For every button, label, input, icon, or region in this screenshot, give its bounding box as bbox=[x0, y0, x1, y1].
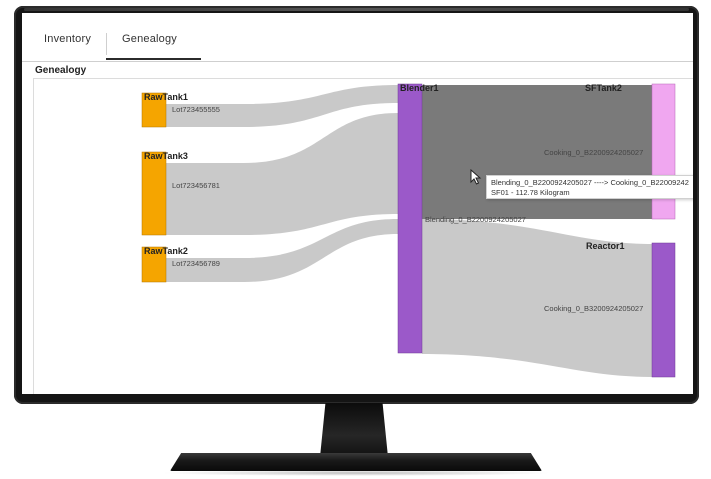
link-label-blending-output: Blending_0_B2200924205027 bbox=[425, 215, 526, 224]
node-rawtank3[interactable] bbox=[141, 151, 167, 236]
link-label-cooking-b3200924205027: Cooking_0_B3200924205027 bbox=[544, 304, 643, 313]
tab-bar: Inventory Genealogy bbox=[22, 13, 693, 62]
node-label-rawtank1: RawTank1 bbox=[144, 92, 188, 102]
tooltip-line-quantity: SF01 - 112.78 Kilogram bbox=[491, 188, 570, 197]
sankey-diagram: RawTank1 RawTank3 RawTank2 Blender1 SFTa… bbox=[141, 83, 676, 378]
monitor-stand-shadow bbox=[160, 470, 552, 476]
screen: Inventory Genealogy Genealogy RawTank1 R… bbox=[22, 13, 693, 394]
link-rawtank3-blender1[interactable] bbox=[165, 113, 398, 235]
monitor-stand-neck bbox=[320, 403, 388, 457]
tab-genealogy[interactable]: Genealogy bbox=[122, 33, 177, 45]
node-label-rawtank2: RawTank2 bbox=[144, 246, 188, 256]
monitor-bezel-highlight bbox=[24, 8, 689, 11]
link-label-lot723456789: Lot723456789 bbox=[172, 259, 220, 268]
genealogy-panel: RawTank1 RawTank3 RawTank2 Blender1 SFTa… bbox=[33, 78, 693, 394]
active-tab-indicator bbox=[106, 58, 201, 60]
node-blender1[interactable] bbox=[397, 83, 423, 354]
tooltip-line-flow: Blending_0_B2200924205027 ----> Cooking_… bbox=[491, 178, 689, 187]
node-label-blender1: Blender1 bbox=[400, 83, 439, 93]
monitor-stand-base bbox=[170, 453, 542, 471]
tab-divider bbox=[106, 33, 107, 55]
link-label-cooking-b2200924205027: Cooking_0_B2200924205027 bbox=[544, 148, 643, 157]
tab-inventory[interactable]: Inventory bbox=[44, 33, 91, 45]
mouse-cursor-icon bbox=[470, 169, 482, 185]
node-label-sftank2: SFTank2 bbox=[585, 83, 622, 93]
link-label-lot723455555: Lot723455555 bbox=[172, 105, 220, 114]
node-label-rawtank3: RawTank3 bbox=[144, 151, 188, 161]
section-title: Genealogy bbox=[35, 65, 87, 76]
node-label-reactor1: Reactor1 bbox=[586, 241, 625, 251]
link-tooltip: Blending_0_B2200924205027 ----> Cooking_… bbox=[486, 175, 693, 199]
node-reactor1[interactable] bbox=[651, 242, 676, 378]
link-label-lot723456781: Lot723456781 bbox=[172, 181, 220, 190]
